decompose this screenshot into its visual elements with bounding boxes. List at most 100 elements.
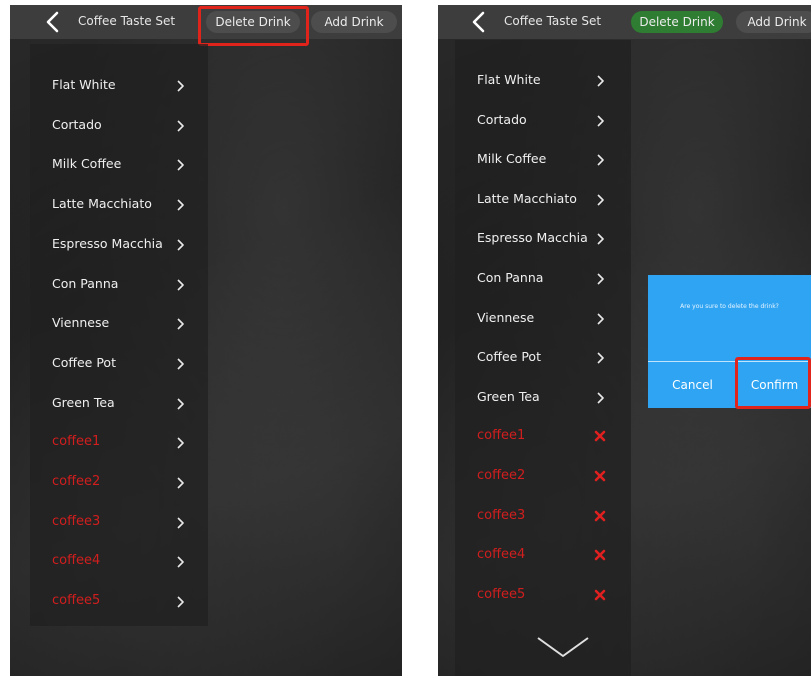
drink-name: Espresso Macchia [52, 235, 163, 251]
chevron-right-icon [176, 437, 184, 449]
chevron-right-icon [176, 120, 184, 132]
chevron-right-icon [176, 517, 184, 529]
drink-name: Con Panna [52, 275, 119, 291]
drink-list-item[interactable]: coffee3 [455, 497, 631, 537]
back-button[interactable] [45, 11, 61, 33]
drink-list-item[interactable]: Con Panna [455, 259, 631, 299]
drink-name: Flat White [477, 72, 541, 87]
drink-name: Espresso Macchia [477, 230, 588, 246]
drink-list-item[interactable]: Coffee Pot [30, 344, 208, 384]
drink-list-item[interactable]: coffee4 [30, 542, 208, 582]
drink-list-item[interactable]: Green Tea [455, 378, 631, 418]
chevron-right-icon [176, 318, 184, 330]
drink-list-item[interactable]: Viennese [30, 304, 208, 344]
chevron-right-icon [176, 239, 184, 251]
drink-name: Viennese [477, 309, 535, 325]
dialog-message: Are you sure to delete the drink? [680, 303, 779, 310]
drink-name: Milk Coffee [52, 156, 122, 172]
drink-name: coffee3 [52, 513, 101, 529]
delete-drink-button[interactable]: Delete Drink [631, 11, 723, 33]
drink-name: Coffee Pot [52, 354, 116, 370]
drink-name: coffee5 [477, 586, 526, 602]
drink-list-item[interactable]: Flat White [30, 66, 208, 106]
chevron-right-icon [596, 352, 604, 364]
chevron-right-icon [176, 278, 184, 291]
chevron-right-icon [596, 194, 604, 206]
delete-drink-icon[interactable] [594, 589, 606, 601]
chevron-right-icon [176, 159, 184, 171]
drink-list-item[interactable]: coffee5 [30, 582, 208, 622]
chevron-down-icon [537, 637, 589, 657]
page-title: Coffee Taste Set [78, 14, 176, 28]
drink-name: Latte Macchiato [52, 196, 152, 212]
drink-list: Flat White Cortado Milk Coffee Latte Macchi… [30, 44, 208, 626]
drink-name: coffee4 [477, 547, 526, 563]
drink-name: Milk Coffee [477, 151, 547, 167]
page-title: Coffee Taste Set [504, 14, 602, 28]
drink-list-item[interactable]: Cortado [455, 101, 631, 141]
drink-list-item[interactable]: Viennese [455, 299, 631, 339]
cancel-button[interactable]: Cancel [648, 362, 737, 408]
chevron-right-icon [176, 80, 184, 92]
chevron-right-icon [596, 154, 604, 166]
drink-list-item[interactable]: coffee3 [30, 503, 208, 543]
drink-list-item[interactable]: Espresso Macchia [30, 225, 208, 265]
drink-list-item[interactable]: Espresso Macchia [455, 219, 631, 259]
chevron-right-icon [176, 199, 184, 211]
drink-list-item[interactable]: coffee1 [30, 423, 208, 463]
highlight-delete-drink [198, 6, 309, 46]
highlight-confirm [735, 357, 811, 409]
chevron-right-icon [596, 273, 604, 285]
drink-name: Cortado [52, 116, 102, 132]
add-drink-button[interactable]: Add Drink [311, 11, 397, 33]
drink-name: coffee4 [52, 553, 101, 569]
drink-name: Latte Macchiato [477, 190, 577, 206]
chevron-right-icon [596, 75, 604, 87]
chevron-right-icon [596, 313, 604, 325]
delete-drink-icon[interactable] [594, 470, 606, 482]
chevron-right-icon [176, 358, 184, 370]
coffee-taste-set-screen-delete: Coffee Taste Set Delete Drink Add Drink … [438, 5, 811, 676]
drink-list-item[interactable]: coffee2 [30, 463, 208, 503]
delete-drink-icon[interactable] [594, 510, 606, 522]
chevron-right-icon [596, 233, 604, 245]
drink-list-item[interactable]: Latte Macchiato [455, 180, 631, 220]
drink-name: Green Tea [52, 394, 115, 410]
drink-list-item[interactable]: Latte Macchiato [30, 185, 208, 225]
drink-name: coffee2 [52, 474, 101, 489]
drink-name: coffee1 [477, 428, 526, 444]
drink-name: coffee5 [52, 593, 101, 609]
drink-name: coffee1 [52, 434, 101, 450]
drink-name: Flat White [52, 77, 116, 92]
chevron-right-icon [596, 392, 604, 404]
drink-list-item[interactable]: Milk Coffee [30, 145, 208, 185]
chevron-right-icon [176, 477, 184, 489]
drink-name: Con Panna [477, 270, 544, 285]
scroll-down-button[interactable] [535, 634, 591, 660]
drink-list-item[interactable]: Milk Coffee [455, 140, 631, 180]
drink-list-item[interactable]: Flat White [455, 61, 631, 101]
drink-name: Viennese [52, 315, 110, 331]
drink-list-item[interactable]: Con Panna [30, 265, 208, 305]
drink-list-item[interactable]: coffee4 [455, 536, 631, 576]
drink-list-item[interactable]: coffee2 [455, 457, 631, 497]
drink-list-item[interactable]: Coffee Pot [455, 338, 631, 378]
delete-drink-icon[interactable] [594, 549, 606, 561]
chevron-right-icon [596, 115, 604, 127]
drink-list-item[interactable]: coffee5 [455, 576, 631, 616]
back-button[interactable] [471, 11, 487, 33]
drink-list: Flat White Cortado Milk Coffee Latte Macchi… [455, 40, 631, 676]
chevron-right-icon [176, 596, 184, 608]
add-drink-button[interactable]: Add Drink [736, 11, 811, 33]
drink-list-item[interactable]: coffee1 [455, 417, 631, 457]
chevron-right-icon [176, 398, 184, 410]
drink-name: Green Tea [477, 388, 540, 404]
top-bar: Coffee Taste Set Delete Drink Add Drink [438, 5, 811, 39]
drink-list-item[interactable]: Cortado [30, 106, 208, 146]
drink-list-item[interactable]: Green Tea [30, 384, 208, 424]
delete-drink-icon[interactable] [594, 430, 606, 442]
drink-name: coffee2 [477, 468, 526, 483]
chevron-left-icon [46, 11, 59, 33]
chevron-left-icon [472, 11, 485, 33]
chevron-right-icon [176, 556, 184, 568]
